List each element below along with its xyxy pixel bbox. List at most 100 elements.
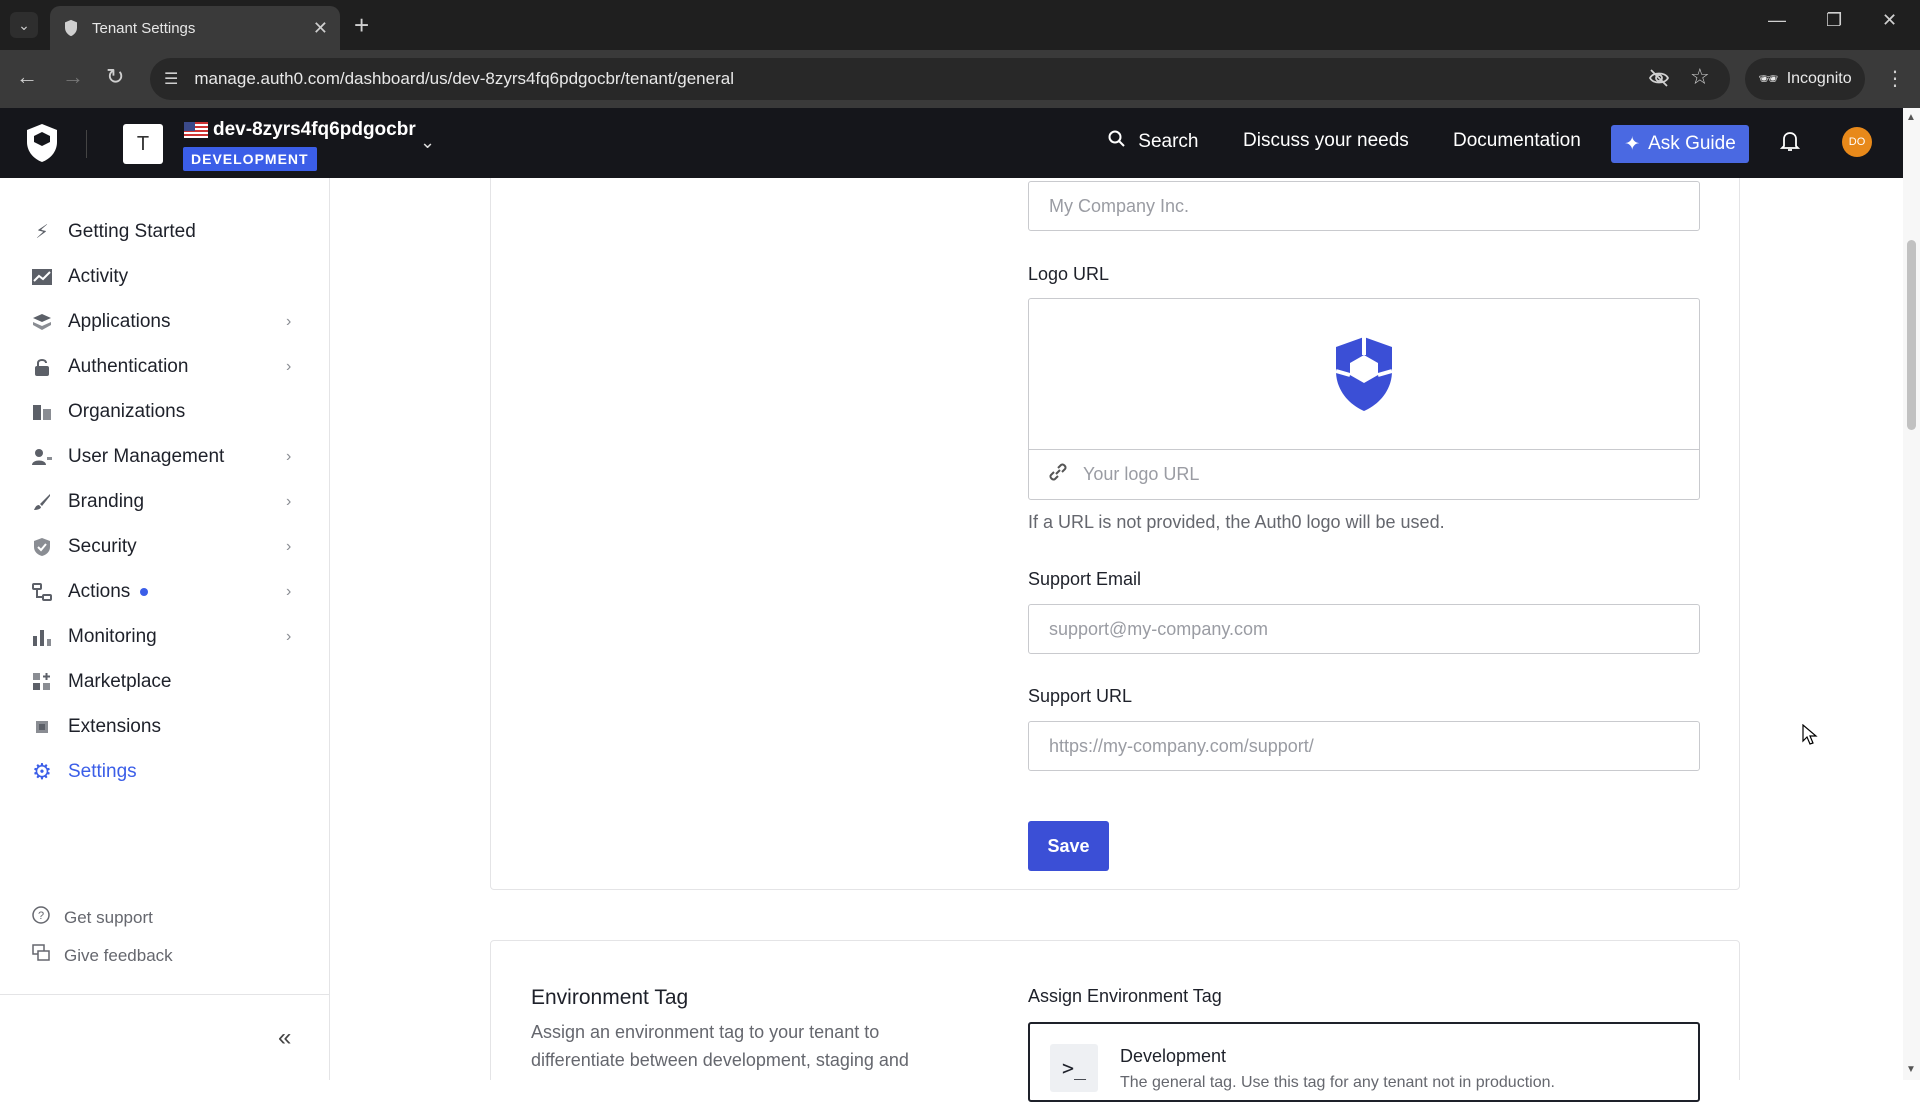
- lock-icon: [30, 355, 54, 379]
- environment-option-development[interactable]: >_ Development The general tag. Use this…: [1028, 1022, 1700, 1102]
- grid-plus-icon: [30, 670, 54, 694]
- users-icon: [30, 445, 54, 469]
- sidebar-item-security[interactable]: Security ›: [0, 527, 330, 567]
- sidebar-item-label: Security: [68, 536, 137, 557]
- bar-chart-icon: [30, 625, 54, 649]
- back-icon[interactable]: ←: [16, 64, 38, 90]
- save-button[interactable]: Save: [1028, 821, 1109, 871]
- give-feedback-label: Give feedback: [64, 945, 173, 965]
- collapse-sidebar-icon[interactable]: «: [278, 1024, 291, 1052]
- support-email-label: Support Email: [1028, 569, 1142, 589]
- scroll-up-arrow-icon[interactable]: ▲: [1906, 112, 1916, 123]
- browser-navbar: ← → ↻ ☰ manage.auth0.com/dashboard/us/de…: [0, 50, 1920, 108]
- support-email-input[interactable]: support@my-company.com: [1028, 604, 1700, 654]
- sidebar-item-organizations[interactable]: Organizations: [0, 392, 330, 432]
- browser-tabbar: ⌄ Tenant Settings ✕ + — ❐ ✕: [0, 0, 1920, 50]
- environment-option-description: The general tag. Use this tag for any te…: [1120, 1074, 1555, 1091]
- chevron-right-icon: ›: [286, 538, 292, 555]
- auth0-favicon-icon: [62, 19, 80, 37]
- forward-icon[interactable]: →: [62, 64, 84, 90]
- logo-url-input[interactable]: Your logo URL: [1029, 450, 1699, 499]
- sidebar-item-activity[interactable]: Activity: [0, 257, 330, 297]
- sidebar-item-label: Branding: [68, 491, 145, 512]
- documentation-link[interactable]: Documentation: [1453, 130, 1581, 152]
- auth0-logo-icon[interactable]: [24, 122, 60, 164]
- user-avatar[interactable]: DO: [1842, 127, 1872, 157]
- discuss-needs-link[interactable]: Discuss your needs: [1243, 130, 1409, 152]
- sidebar-item-authentication[interactable]: Authentication ›: [0, 347, 330, 387]
- address-bar[interactable]: ☰ manage.auth0.com/dashboard/us/dev-8zyr…: [150, 58, 1730, 100]
- svg-text:?: ?: [38, 910, 44, 922]
- tenant-name[interactable]: dev-8zyrs4fq6pdgocbr: [213, 119, 416, 141]
- logo-url-field: Your logo URL: [1028, 298, 1700, 500]
- site-info-icon[interactable]: ☰: [164, 69, 178, 89]
- reload-icon[interactable]: ↻: [106, 64, 124, 90]
- sidebar-item-getting-started[interactable]: ⚡ Getting Started: [0, 212, 330, 252]
- chevron-right-icon: ›: [286, 493, 292, 510]
- gear-icon: ⚙: [32, 759, 52, 784]
- sidebar-item-label: Authentication: [68, 356, 189, 377]
- restore-icon[interactable]: ❐: [1826, 10, 1842, 31]
- chevron-right-icon: ›: [286, 448, 292, 465]
- bookmark-star-icon[interactable]: ☆: [1690, 64, 1710, 90]
- window-close-icon[interactable]: ✕: [1882, 10, 1897, 31]
- help-circle-icon: ?: [32, 906, 50, 929]
- tenant-avatar[interactable]: T: [123, 124, 163, 164]
- logo-preview: [1029, 299, 1699, 450]
- brush-icon: [30, 490, 54, 514]
- building-icon: [30, 400, 54, 424]
- tab-title: Tenant Settings: [92, 19, 196, 37]
- sidebar-item-monitoring[interactable]: Monitoring ›: [0, 617, 330, 657]
- tab-search-button[interactable]: ⌄: [10, 12, 38, 38]
- eye-off-icon[interactable]: [1648, 68, 1670, 93]
- sidebar-item-actions[interactable]: Actions ›: [0, 572, 330, 612]
- environment-tag-title: Environment Tag: [531, 986, 689, 1009]
- get-support-label: Get support: [64, 907, 153, 927]
- tab-close-icon[interactable]: ✕: [313, 18, 328, 39]
- environment-tag-description: Assign an environment tag to your tenant…: [531, 1022, 909, 1070]
- shield-check-icon: [30, 535, 54, 559]
- bolt-icon: ⚡: [35, 221, 49, 243]
- ask-guide-label: Ask Guide: [1648, 133, 1736, 154]
- ask-guide-button[interactable]: ✦ Ask Guide: [1611, 125, 1749, 163]
- scrollbar-thumb[interactable]: [1907, 240, 1916, 430]
- sidebar-item-branding[interactable]: Branding ›: [0, 482, 330, 522]
- sidebar-item-applications[interactable]: Applications ›: [0, 302, 330, 342]
- sidebar-item-user-management[interactable]: User Management ›: [0, 437, 330, 477]
- sidebar-item-extensions[interactable]: Extensions: [0, 707, 330, 747]
- link-icon: [1047, 461, 1069, 488]
- incognito-indicator[interactable]: 🕶 Incognito: [1745, 58, 1865, 100]
- browser-menu-icon[interactable]: ⋮: [1885, 66, 1905, 91]
- notifications-bell-icon[interactable]: [1779, 130, 1801, 157]
- company-name-input[interactable]: My Company Inc.: [1028, 181, 1700, 231]
- assign-environment-tag-label: Assign Environment Tag: [1028, 986, 1222, 1006]
- give-feedback-link[interactable]: Give feedback: [32, 944, 173, 967]
- browser-tab[interactable]: Tenant Settings ✕: [50, 6, 340, 50]
- get-support-link[interactable]: ? Get support: [32, 906, 153, 929]
- new-tab-button[interactable]: +: [354, 10, 369, 41]
- incognito-icon: 🕶: [1758, 71, 1779, 88]
- sidebar-item-label: Applications: [68, 311, 171, 332]
- search-icon: [1108, 130, 1130, 152]
- support-url-input[interactable]: https://my-company.com/support/: [1028, 721, 1700, 771]
- support-url-label: Support URL: [1028, 686, 1133, 706]
- logo-url-label: Logo URL: [1028, 264, 1110, 284]
- chevron-right-icon: ›: [286, 583, 292, 600]
- incognito-label: Incognito: [1786, 70, 1852, 87]
- minimize-icon[interactable]: —: [1768, 10, 1786, 31]
- environment-option-name: Development: [1120, 1046, 1227, 1066]
- us-flag-icon: [184, 122, 208, 138]
- sidebar-item-label: Marketplace: [68, 671, 172, 692]
- sidebar-item-settings[interactable]: ⚙ Settings: [0, 752, 330, 792]
- chip-icon: [30, 715, 54, 739]
- sidebar-item-label: Monitoring: [68, 626, 157, 647]
- logo-help-text: If a URL is not provided, the Auth0 logo…: [1028, 512, 1445, 532]
- feedback-icon: [32, 944, 50, 967]
- scroll-down-arrow-icon[interactable]: ▼: [1906, 1064, 1916, 1075]
- sidebar-item-marketplace[interactable]: Marketplace: [0, 662, 330, 702]
- sidebar-item-label: Getting Started: [68, 221, 196, 242]
- chevron-right-icon: ›: [286, 628, 292, 645]
- search-button[interactable]: Search: [1108, 130, 1198, 153]
- tenant-switcher-chevron-icon[interactable]: ⌄: [420, 132, 435, 153]
- search-label: Search: [1138, 131, 1199, 152]
